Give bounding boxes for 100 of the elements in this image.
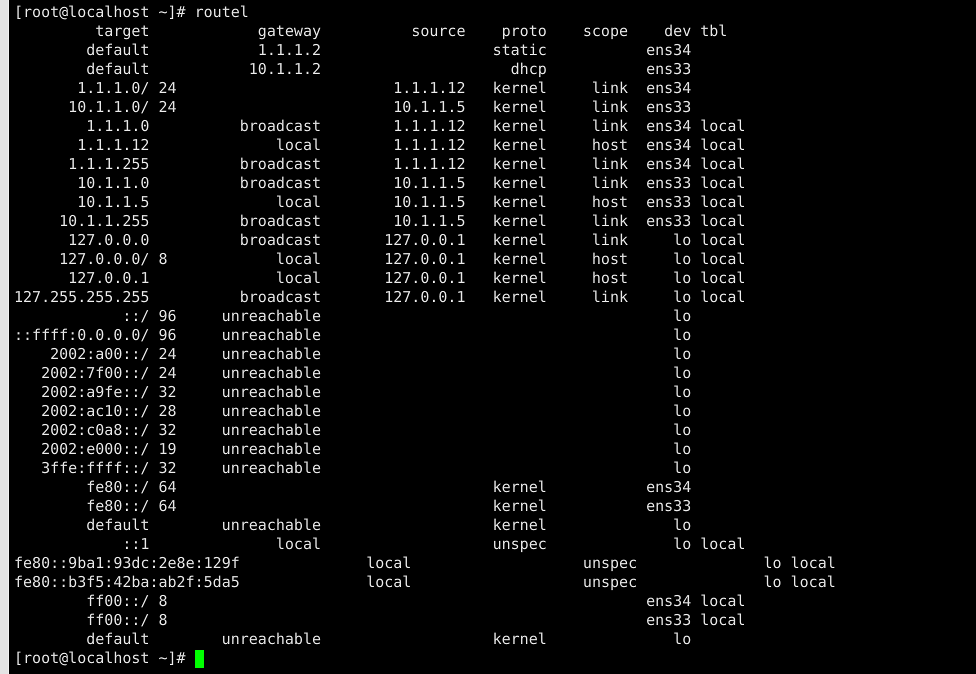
column-header: target xyxy=(95,22,150,41)
route-cell: unreachable xyxy=(222,383,322,402)
route-cell: 24 xyxy=(158,364,177,383)
route-cell: 96 xyxy=(158,307,177,326)
route-cell: local xyxy=(790,573,836,592)
route-cell: local xyxy=(700,231,746,250)
route-cell: lo xyxy=(764,573,782,592)
route-cell: lo xyxy=(673,630,692,649)
route-cell: unreachable xyxy=(222,459,322,478)
route-cell: link xyxy=(592,288,628,307)
route-cell: 127.0.0.0/ xyxy=(59,250,150,269)
route-cell: 3ffe:ffff::/ xyxy=(41,459,150,478)
route-cell: local xyxy=(700,174,746,193)
route-cell: local xyxy=(276,193,322,212)
route-cell: ::ffff:0.0.0.0/ xyxy=(14,326,150,345)
route-cell: 1.1.1.12 xyxy=(77,136,150,155)
route-cell: ens34 xyxy=(646,41,692,60)
route-cell: broadcast xyxy=(240,288,322,307)
route-cell: lo xyxy=(673,440,692,459)
route-cell: unreachable xyxy=(222,402,322,421)
route-cell: unspec xyxy=(582,573,638,592)
route-cell: lo xyxy=(673,402,692,421)
route-cell: 24 xyxy=(158,345,177,364)
route-cell: broadcast xyxy=(240,174,322,193)
route-cell: 10.1.1.5 xyxy=(393,98,466,117)
route-cell: local xyxy=(700,155,746,174)
route-cell: local xyxy=(700,288,746,307)
route-cell: fe80::/ xyxy=(86,497,150,516)
route-cell: unreachable xyxy=(222,421,322,440)
route-cell: unreachable xyxy=(222,345,322,364)
route-cell: 32 xyxy=(158,383,177,402)
route-cell: unreachable xyxy=(222,307,322,326)
route-cell: 8 xyxy=(158,250,168,269)
route-cell: lo xyxy=(673,516,692,535)
route-cell: 1.1.1.2 xyxy=(258,41,322,60)
route-cell: local xyxy=(700,193,746,212)
route-cell: ens34 xyxy=(646,155,692,174)
route-cell: host xyxy=(592,136,628,155)
route-cell: static xyxy=(492,41,547,60)
route-cell: ens34 xyxy=(646,478,692,497)
route-cell: 127.0.0.1 xyxy=(384,269,466,288)
route-cell: kernel xyxy=(492,630,547,649)
route-cell: 1.1.1.12 xyxy=(393,117,466,136)
route-cell: kernel xyxy=(492,193,547,212)
route-cell: lo xyxy=(673,345,692,364)
route-cell: fe80::9ba1:93dc:2e8e:129f xyxy=(14,554,240,573)
route-cell: unreachable xyxy=(222,516,322,535)
route-cell: local xyxy=(366,554,412,573)
route-cell: broadcast xyxy=(240,231,322,250)
route-cell: 1.1.1.12 xyxy=(393,79,466,98)
route-cell: 10.1.1.0 xyxy=(77,174,150,193)
route-cell: 32 xyxy=(158,459,177,478)
route-cell: 1.1.1.0/ xyxy=(77,79,150,98)
route-cell: 10.1.1.0/ xyxy=(68,98,150,117)
route-cell: kernel xyxy=(492,497,547,516)
route-cell: unreachable xyxy=(222,440,322,459)
route-cell: host xyxy=(592,193,628,212)
route-cell: unspec xyxy=(582,554,638,573)
route-cell: kernel xyxy=(492,174,547,193)
route-cell: host xyxy=(592,269,628,288)
route-cell: 24 xyxy=(158,98,177,117)
route-cell: local xyxy=(700,250,746,269)
route-cell: local xyxy=(700,269,746,288)
route-cell: 10.1.1.5 xyxy=(393,212,466,231)
route-cell: link xyxy=(592,155,628,174)
route-cell: 10.1.1.5 xyxy=(393,174,466,193)
route-cell: 1.1.1.0 xyxy=(86,117,150,136)
column-header: tbl xyxy=(700,22,728,41)
route-cell: 8 xyxy=(158,592,168,611)
route-cell: local xyxy=(276,250,322,269)
route-cell: ens33 xyxy=(646,174,692,193)
column-header: gateway xyxy=(258,22,322,41)
route-cell: ens33 xyxy=(646,212,692,231)
shell-prompt: [root@localhost ~]# xyxy=(14,3,186,22)
route-cell: link xyxy=(592,79,628,98)
text-cursor xyxy=(194,650,204,668)
route-cell: local xyxy=(276,136,322,155)
route-cell: dhcp xyxy=(510,60,547,79)
route-cell: kernel xyxy=(492,79,547,98)
route-cell: ens33 xyxy=(646,98,692,117)
route-cell: fe80::/ xyxy=(86,478,150,497)
route-cell: 2002:e000::/ xyxy=(41,440,150,459)
route-cell: lo xyxy=(673,326,692,345)
route-cell: kernel xyxy=(492,117,547,136)
route-cell: lo xyxy=(764,554,782,573)
route-cell: ens34 xyxy=(646,136,692,155)
route-cell: local xyxy=(790,554,836,573)
route-cell: lo xyxy=(673,459,692,478)
route-cell: 24 xyxy=(158,79,177,98)
route-cell: 10.1.1.255 xyxy=(59,212,150,231)
route-cell: kernel xyxy=(492,288,547,307)
route-cell: lo xyxy=(673,307,692,326)
route-cell: 8 xyxy=(158,611,168,630)
route-cell: 28 xyxy=(158,402,177,421)
route-cell: 32 xyxy=(158,421,177,440)
route-cell: broadcast xyxy=(240,117,322,136)
route-cell: ens34 xyxy=(646,592,692,611)
route-cell: ff00::/ xyxy=(86,592,150,611)
route-cell: default xyxy=(86,630,150,649)
route-cell: 2002:ac10::/ xyxy=(41,402,150,421)
